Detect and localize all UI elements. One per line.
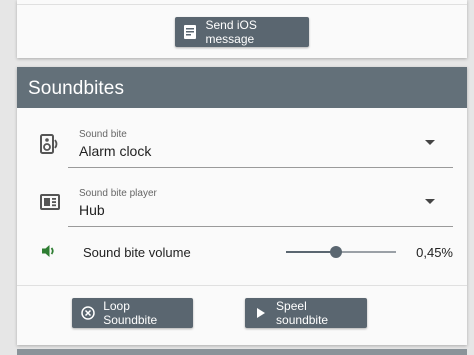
sound-bite-select[interactable]: Sound bite Alarm clock xyxy=(68,122,453,169)
player-label: Sound bite player xyxy=(79,188,157,199)
divider xyxy=(17,4,467,5)
sound-bite-player-select[interactable]: Sound bite player Hub xyxy=(68,181,453,228)
soundbites-card: Soundbites Sound bite Alarm clock Sound … xyxy=(17,67,467,345)
chevron-down-icon xyxy=(425,199,435,204)
loop-soundbite-label: Loop Soundbite xyxy=(103,299,158,327)
play-soundbite-label: Speel soundbite xyxy=(276,299,329,327)
speaker-icon xyxy=(39,133,61,155)
chevron-down-icon xyxy=(425,140,435,145)
play-soundbite-button[interactable]: Speel soundbite xyxy=(245,298,367,328)
divider xyxy=(17,285,467,286)
notification-card: Send iOS message xyxy=(17,0,467,58)
volume-slider-fill xyxy=(286,251,336,253)
next-card-header xyxy=(17,349,467,355)
message-icon xyxy=(183,24,197,40)
sound-bite-label: Sound bite xyxy=(79,129,127,140)
player-icon xyxy=(39,191,61,213)
sound-bite-value: Alarm clock xyxy=(79,143,152,159)
loop-soundbite-button[interactable]: Loop Soundbite xyxy=(72,298,193,328)
volume-label: Sound bite volume xyxy=(83,245,191,260)
play-icon xyxy=(253,305,268,321)
card-title: Soundbites xyxy=(28,78,125,99)
card-header: Soundbites xyxy=(17,67,467,108)
field-underline xyxy=(68,226,453,227)
send-ios-message-label: Send iOS message xyxy=(205,18,257,46)
send-ios-message-button[interactable]: Send iOS message xyxy=(175,17,309,47)
cancel-circle-icon xyxy=(80,305,95,321)
player-value: Hub xyxy=(79,202,105,218)
field-underline xyxy=(68,167,453,168)
volume-slider[interactable] xyxy=(286,246,396,258)
volume-icon xyxy=(40,242,62,264)
volume-slider-thumb[interactable] xyxy=(329,246,342,258)
volume-value: 0,45% xyxy=(416,245,453,260)
